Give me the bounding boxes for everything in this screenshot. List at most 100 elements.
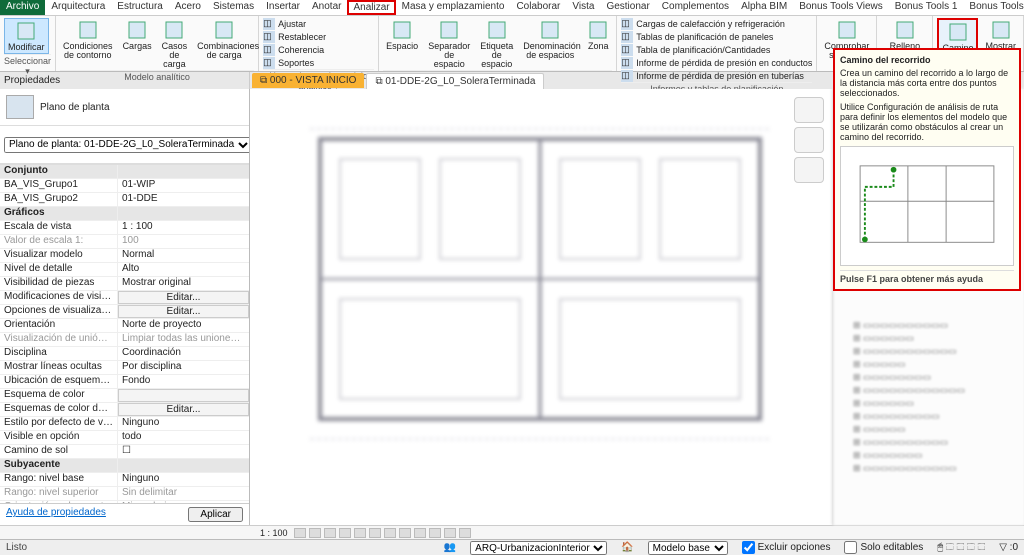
tab-colaborar[interactable]: Colaborar (510, 0, 566, 15)
reveal-icon[interactable] (429, 528, 441, 538)
ribbon-restablecer-button[interactable]: ◫Restablecer (263, 31, 326, 43)
tab-alphabim[interactable]: Alpha BIM (735, 0, 793, 15)
help-link[interactable]: Ayuda de propiedades (6, 507, 106, 522)
prop-value[interactable]: Ninguno (118, 417, 249, 430)
navbar-wheel-icon[interactable] (794, 157, 824, 183)
link-icon[interactable] (459, 528, 471, 538)
prop-row[interactable]: Estilo por defecto de visualización de a… (0, 417, 249, 431)
prop-value[interactable] (118, 389, 249, 402)
prop-value[interactable]: Norte de proyecto (118, 319, 249, 332)
unlock-icon[interactable] (399, 528, 411, 538)
prop-row[interactable]: Escala de vista1 : 100 (0, 221, 249, 235)
tab-sistemas[interactable]: Sistemas (207, 0, 260, 15)
navbar-home-icon[interactable] (794, 97, 824, 123)
ribbon-combinaciones-button[interactable]: Combinaciones de carga (194, 18, 254, 61)
prop-value[interactable]: Editar... (118, 291, 249, 304)
tab-anotar[interactable]: Anotar (306, 0, 347, 15)
type-selector[interactable]: Plano de planta (0, 89, 249, 126)
prop-row[interactable]: OrientaciónNorte de proyecto (0, 319, 249, 333)
tab-gestionar[interactable]: Gestionar (600, 0, 655, 15)
apply-button[interactable]: Aplicar (188, 507, 243, 522)
ribbon-mostrar-button[interactable]: Mostrar (982, 18, 1019, 52)
drawing-canvas[interactable] (250, 89, 832, 525)
prop-row[interactable]: Nivel de detalleAlto (0, 263, 249, 277)
ribbon-casos-button[interactable]: Casos de carga (159, 18, 191, 70)
ribbon-perdida-tub-button[interactable]: ◫Informe de pérdida de presión en tuberí… (621, 70, 812, 82)
prop-value[interactable]: todo (118, 431, 249, 444)
prop-row[interactable]: Mostrar líneas ocultasPor disciplina (0, 361, 249, 375)
prop-value[interactable]: 01-DDE (118, 193, 249, 206)
prop-value[interactable]: Normal (118, 249, 249, 262)
viewtab-inicio[interactable]: ⧉ 000 - VISTA INICIO (252, 73, 364, 88)
tab-vista[interactable]: Vista (566, 0, 600, 15)
editable-check[interactable]: Solo editables (844, 541, 923, 554)
prop-value[interactable]: Editar... (118, 305, 249, 318)
ribbon-zona-button[interactable]: Zona (584, 18, 612, 52)
prop-row[interactable]: Opciones de visualización de gráficosEdi… (0, 305, 249, 319)
tab-acero[interactable]: Acero (169, 0, 207, 15)
filter-icon[interactable]: ▽ :0 (999, 542, 1018, 553)
crop-icon[interactable] (369, 528, 381, 538)
ribbon-separador-button[interactable]: Separador de espacio (425, 18, 473, 70)
prop-row[interactable]: Rango: nivel superiorSin delimitar (0, 487, 249, 501)
sun-icon[interactable] (324, 528, 336, 538)
viewtab-solera[interactable]: ⧉ 01-DDE-2G_L0_SoleraTerminada (366, 73, 544, 89)
scale-label[interactable]: 1 : 100 (260, 528, 288, 538)
prop-value[interactable]: ☐ (118, 445, 249, 458)
prop-value[interactable]: 100 (118, 235, 249, 248)
tab-bonus2[interactable]: Bonus Tools 2 (963, 0, 1024, 15)
prop-value[interactable]: Mostrar original (118, 277, 249, 290)
prop-row[interactable]: Camino de sol☐ (0, 445, 249, 459)
select-icons[interactable]: 🖱 ⬚ ⬚ ⬚ ⬚ (937, 542, 985, 553)
tab-arquitectura[interactable]: Arquitectura (45, 0, 111, 15)
workset-select[interactable]: ARQ-UrbanizacionInterior (470, 541, 607, 555)
tab-analizar[interactable]: Analizar (347, 0, 395, 15)
prop-row[interactable]: Ubicación de esquema de colorFondo (0, 375, 249, 389)
prop-value[interactable]: Alto (118, 263, 249, 276)
prop-value[interactable]: Ninguno (118, 473, 249, 486)
prop-row[interactable]: Visibilidad de piezasMostrar original (0, 277, 249, 291)
prop-row[interactable]: Esquema de color (0, 389, 249, 403)
properties-grid[interactable]: ConjuntoBA_VIS_Grupo101-WIPBA_VIS_Grupo2… (0, 164, 249, 503)
tab-bonus1[interactable]: Bonus Tools 1 (889, 0, 964, 15)
tab-insertar[interactable]: Insertar (260, 0, 306, 15)
prop-row[interactable]: Rango: nivel baseNinguno (0, 473, 249, 487)
prop-value[interactable]: Limpiar todas las uniones de muros (118, 333, 249, 346)
prop-row[interactable]: Visualizar modeloNormal (0, 249, 249, 263)
ribbon-etiqueta-button[interactable]: Etiqueta de espacio (477, 18, 516, 70)
ribbon-denominacion-button[interactable]: Denominación de espacios (520, 18, 580, 61)
shadow-icon[interactable] (339, 528, 351, 538)
ribbon-modificar-button[interactable]: Modificar (4, 18, 49, 54)
prop-row[interactable]: DisciplinaCoordinación (0, 347, 249, 361)
prop-row[interactable]: Visualización de unión de murosLimpiar t… (0, 333, 249, 347)
tab-archivo[interactable]: Archivo (0, 0, 45, 15)
ribbon-cargas-cr-button[interactable]: ◫Cargas de calefacción y refrigeración (621, 18, 812, 30)
navbar-cube-icon[interactable] (794, 127, 824, 153)
prop-row[interactable]: BA_VIS_Grupo101-WIP (0, 179, 249, 193)
ribbon-cargas-button[interactable]: Cargas (120, 18, 155, 52)
ribbon-tabla-cant-button[interactable]: ◫Tabla de planificación/Cantidades (621, 44, 812, 56)
prop-value[interactable]: Editar... (118, 403, 249, 416)
model-select[interactable]: Modelo base (648, 541, 728, 555)
crop-show-icon[interactable] (384, 528, 396, 538)
visual-style-icon[interactable] (309, 528, 321, 538)
ribbon-condiciones-button[interactable]: Condiciones de contorno (60, 18, 116, 61)
ribbon-espacio-button[interactable]: Espacio (383, 18, 421, 52)
prop-value[interactable]: Coordinación (118, 347, 249, 360)
tab-masa[interactable]: Masa y emplazamiento (396, 0, 511, 15)
prop-value[interactable]: Por disciplina (118, 361, 249, 374)
ribbon-tablas-paneles-button[interactable]: ◫Tablas de planificación de paneles (621, 31, 812, 43)
ribbon-soportes-button[interactable]: ◫Soportes (263, 57, 326, 69)
workset-icon[interactable]: 👥 (444, 542, 456, 553)
prop-row[interactable]: Modificaciones de visibilidad/gráficosEd… (0, 291, 249, 305)
render-icon[interactable] (354, 528, 366, 538)
ribbon-perdida-cond-button[interactable]: ◫Informe de pérdida de presión en conduc… (621, 57, 812, 69)
prop-row[interactable]: BA_VIS_Grupo201-DDE (0, 193, 249, 207)
tab-complementos[interactable]: Complementos (656, 0, 735, 15)
tab-bonusviews[interactable]: Bonus Tools Views (793, 0, 889, 15)
exclude-check[interactable]: Excluir opciones (742, 541, 831, 554)
prop-value[interactable]: Fondo (118, 375, 249, 388)
prop-row[interactable]: Esquemas de color de sistemaEditar... (0, 403, 249, 417)
prop-value[interactable]: 01-WIP (118, 179, 249, 192)
ribbon-ajustar-button[interactable]: ◫Ajustar (263, 18, 326, 30)
